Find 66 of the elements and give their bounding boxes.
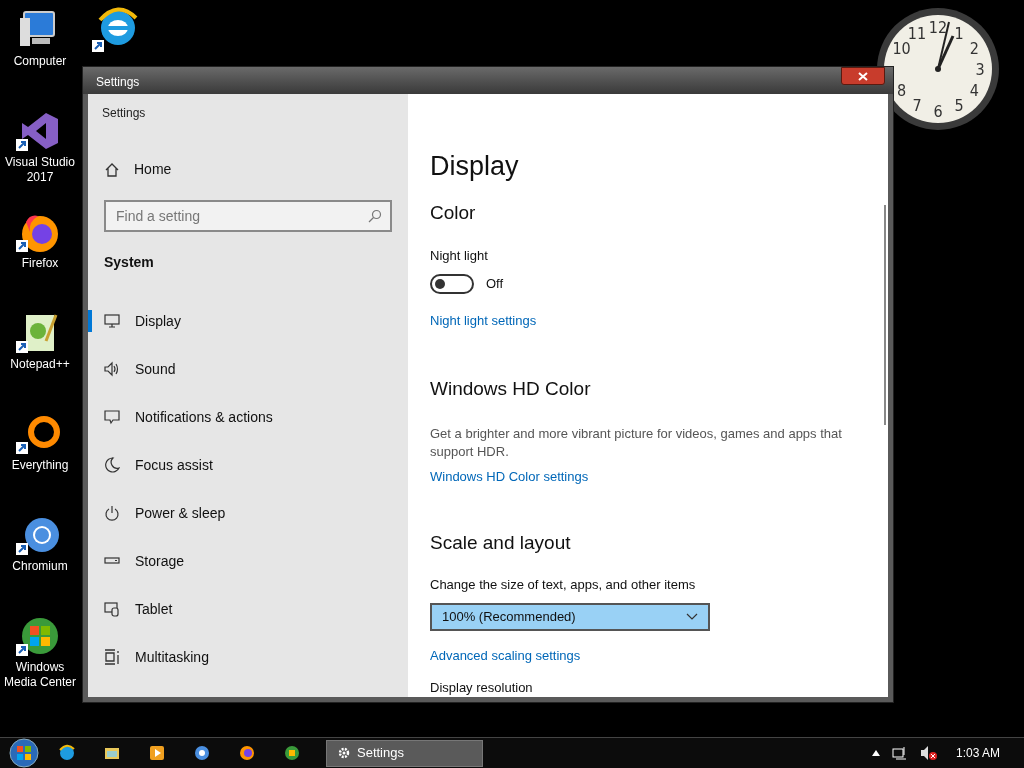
setting-label: Display resolution [430,678,533,697]
nav-item[interactable]: Tablet [88,585,408,633]
taskbar-app-icon[interactable] [238,744,256,762]
taskbar-button[interactable]: Settings [326,739,483,767]
clock-time[interactable]: 1:03 AM [955,744,1000,762]
nav-item[interactable]: Focus assist [88,441,408,489]
sound-icon [104,361,120,377]
nav-item[interactable]: Multitasking [88,633,408,681]
setting-label: Change the size of text, apps, and other items [430,576,696,594]
app-title: Settings [102,105,146,122]
taskbar-app-icon[interactable] [148,744,166,762]
gear-icon [337,746,351,760]
show-hidden-icons-icon[interactable] [871,750,880,756]
dropdown[interactable]: 100% (Recommended) [430,602,710,631]
taskbar-app-icon[interactable] [193,744,211,762]
tablet-icon [104,601,120,617]
icon-label: Visual Studio 2017 [5,155,75,185]
icon-label: Notepad++ [10,357,70,372]
section-heading: System [104,253,154,272]
clock-numeral: 5 [954,96,964,116]
link[interactable]: Advanced scaling settings [430,646,581,666]
clock-numeral: 2 [969,39,979,58]
icon-label: Computer [13,54,67,69]
network-icon[interactable] [891,745,908,761]
setting-label: Night light [430,246,488,265]
window-title: Settings [95,74,140,91]
clock-numeral: 12 [928,18,948,37]
nav-item[interactable]: Power & sleep [88,489,408,537]
section-heading: Scale and layout [430,530,571,555]
close-button[interactable] [841,67,885,85]
nav-item[interactable]: Notifications & actions [88,393,408,441]
clock-numeral: 1 [954,23,964,43]
multitasking-icon [104,649,120,665]
section-heading: Windows HD Color [430,376,591,401]
display-icon [104,313,120,329]
clock-numeral: 8 [897,81,907,100]
home-icon [104,161,120,178]
taskbar-app-icon[interactable] [283,744,301,762]
icon-label: Windows Media Center [3,660,76,690]
toggle-switch[interactable] [430,274,474,294]
clock-numeral: 3 [975,60,985,79]
search-icon [368,209,382,223]
nav-item[interactable]: Storage [88,537,408,585]
shortcut-icon[interactable] [92,6,140,54]
taskbar-app-icon[interactable] [58,744,76,762]
description: Get a brighter and more vibrant picture for videos, games and apps that support HDR. [430,425,843,461]
icon-label: Everything [11,458,69,473]
link[interactable]: Night light settings [430,311,537,331]
section-heading: Color [430,201,476,225]
link[interactable]: Windows HD Color settings [430,467,589,487]
moon-icon [104,457,120,473]
toggle-state: Off [486,275,504,294]
nav-item[interactable]: Sound [88,345,408,393]
volume-muted-icon[interactable] [919,745,938,761]
close-icon [858,71,868,81]
chevron-down-icon [686,612,698,621]
clock-numeral: 4 [969,81,979,100]
search-field[interactable]: Find a setting [104,200,392,232]
icon-label: Chromium [12,559,68,574]
page-heading: Display [430,150,519,182]
notifications-icon [104,409,120,425]
clock-numeral: 6 [933,102,943,121]
home-link[interactable]: Home [104,159,172,180]
icon-label: Firefox [21,256,59,271]
power-icon [104,505,120,521]
clock-numeral: 7 [912,96,922,116]
